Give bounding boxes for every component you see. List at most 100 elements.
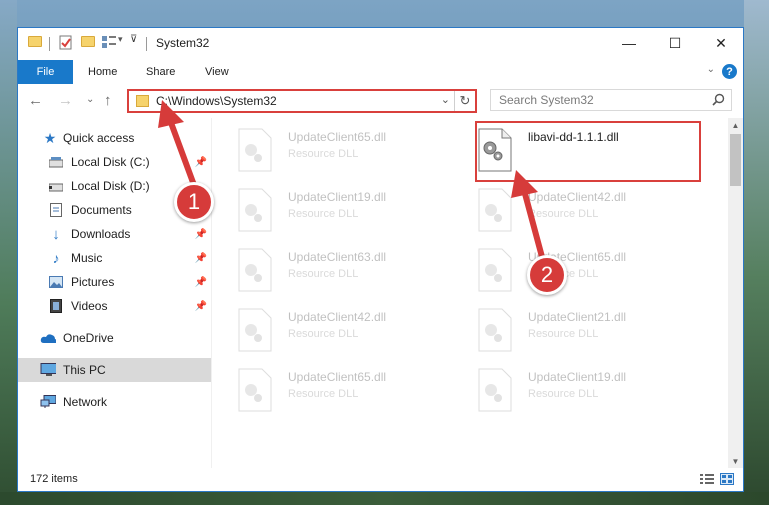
ribbon-tabs: File Home Share View ⌄ ? xyxy=(18,60,743,84)
dll-file-icon xyxy=(478,368,512,412)
sidebar-item-network[interactable]: Network xyxy=(18,390,211,414)
list-item[interactable]: UpdateClient65.dll Resource DLL xyxy=(224,364,449,420)
close-button[interactable]: ✕ xyxy=(698,28,743,58)
music-icon: ♪ xyxy=(52,250,60,266)
list-item[interactable]: UpdateClient65.dll Resource DLL xyxy=(224,124,449,180)
sidebar-item-downloads[interactable]: ↓ Downloads 📌 xyxy=(18,222,211,246)
step-1-badge: 1 xyxy=(174,182,214,222)
tab-view[interactable]: View xyxy=(205,60,229,84)
pin-icon: 📌 xyxy=(194,252,207,264)
file-type: Resource DLL xyxy=(288,268,359,280)
item-count: 172 items xyxy=(30,473,78,485)
maximize-button[interactable]: ☐ xyxy=(652,28,698,58)
desktop-background-bottom xyxy=(0,492,769,505)
file-type: Resource DLL xyxy=(528,208,599,220)
list-item[interactable]: UpdateClient65.dll Resource DLL xyxy=(464,244,689,300)
dll-file-icon xyxy=(478,188,512,232)
file-name: UpdateClient63.dll xyxy=(288,250,387,264)
sidebar-item-local-disk-c[interactable]: Local Disk (C:) 📌 xyxy=(18,150,211,174)
sidebar-item-this-pc[interactable]: This PC xyxy=(18,358,211,382)
large-icons-view-icon[interactable] xyxy=(720,473,734,485)
sidebar-item-label: This PC xyxy=(63,363,106,377)
search-placeholder[interactable]: Search System32 xyxy=(499,93,594,107)
sidebar-item-label: Downloads xyxy=(71,227,131,241)
sidebar-item-label: Documents xyxy=(71,203,132,217)
sidebar-item-label: Pictures xyxy=(71,275,115,289)
sidebar-item-label: Music xyxy=(71,251,103,265)
pin-icon: 📌 xyxy=(194,228,207,240)
list-item[interactable]: UpdateClient42.dll Resource DLL xyxy=(224,304,449,360)
videos-icon xyxy=(48,299,64,313)
address-bar[interactable]: C:\Windows\System32 ⌄ ↻ xyxy=(127,89,477,113)
scroll-thumb[interactable] xyxy=(730,134,741,186)
tab-file[interactable]: File xyxy=(18,60,73,84)
folder-icon xyxy=(28,36,42,47)
sidebar-item-music[interactable]: ♪ Music 📌 xyxy=(18,246,211,270)
window-title: System32 xyxy=(156,36,210,50)
minimize-button[interactable]: — xyxy=(606,28,652,58)
sidebar-item-label: Local Disk (D:) xyxy=(71,179,150,193)
forward-button[interactable]: → xyxy=(58,92,73,109)
details-view-icon[interactable] xyxy=(700,473,714,485)
file-type: Resource DLL xyxy=(288,328,359,340)
list-item[interactable]: UpdateClient63.dll Resource DLL xyxy=(224,244,449,300)
sidebar-item-onedrive[interactable]: OneDrive xyxy=(18,326,211,350)
dropdown-arrow-icon[interactable]: ▾ xyxy=(118,34,123,45)
sidebar-item-quick-access[interactable]: ★ Quick access xyxy=(18,126,211,150)
vertical-scrollbar[interactable]: ▲ ▼ xyxy=(728,118,743,468)
download-icon: ↓ xyxy=(52,225,60,243)
file-name: UpdateClient42.dll xyxy=(528,190,627,204)
tab-home[interactable]: Home xyxy=(88,60,117,84)
properties-icon[interactable] xyxy=(59,35,73,50)
pin-icon: 📌 xyxy=(194,156,207,168)
sidebar-item-pictures[interactable]: Pictures 📌 xyxy=(18,270,211,294)
scroll-up-arrow[interactable]: ▲ xyxy=(728,118,743,132)
customize-icon[interactable] xyxy=(102,36,116,48)
search-icon[interactable] xyxy=(712,93,725,106)
back-button[interactable]: ← xyxy=(28,92,43,109)
status-bar: 172 items xyxy=(18,468,743,491)
title-divider xyxy=(49,37,50,51)
expand-ribbon-icon[interactable]: ⌄ xyxy=(707,64,715,75)
refresh-button[interactable]: ↻ xyxy=(454,91,475,111)
file-name: UpdateClient65.dll xyxy=(288,130,387,144)
file-type: Resource DLL xyxy=(528,388,599,400)
address-path[interactable]: C:\Windows\System32 xyxy=(156,94,277,108)
file-type: Resource DLL xyxy=(288,208,359,220)
search-box[interactable]: Search System32 xyxy=(490,89,732,111)
list-item[interactable]: UpdateClient42.dll Resource DLL xyxy=(464,184,689,240)
file-highlight-box xyxy=(475,121,701,182)
file-type: Resource DLL xyxy=(288,388,359,400)
recent-locations-button[interactable]: ⌄ xyxy=(86,94,94,105)
scroll-down-arrow[interactable]: ▼ xyxy=(728,454,743,468)
network-icon xyxy=(40,395,56,409)
list-item[interactable]: UpdateClient21.dll Resource DLL xyxy=(464,304,689,360)
dll-file-icon xyxy=(238,308,272,352)
list-item[interactable]: UpdateClient19.dll Resource DLL xyxy=(464,364,689,420)
address-dropdown-icon[interactable]: ⌄ xyxy=(441,93,450,106)
navigation-pane: ★ Quick access Local Disk (C:) 📌 Local D… xyxy=(18,118,211,468)
up-button[interactable]: ↑ xyxy=(104,92,112,109)
cloud-icon xyxy=(40,331,56,345)
file-type: Resource DLL xyxy=(288,148,359,160)
file-type: Resource DLL xyxy=(528,328,599,340)
tab-share[interactable]: Share xyxy=(146,60,175,84)
drive-icon xyxy=(48,179,64,193)
star-icon: ★ xyxy=(43,129,57,146)
file-name: UpdateClient21.dll xyxy=(528,310,627,324)
documents-icon xyxy=(48,203,64,217)
dll-file-icon xyxy=(238,188,272,232)
dll-file-icon xyxy=(238,368,272,412)
new-folder-icon[interactable] xyxy=(81,36,95,47)
list-item[interactable]: UpdateClient19.dll Resource DLL xyxy=(224,184,449,240)
step-2-badge: 2 xyxy=(527,255,567,295)
customize-toolbar-icon[interactable]: ⊽ xyxy=(130,34,137,45)
dll-file-icon xyxy=(478,248,512,292)
explorer-window: ▾ ⊽ System32 — ☐ ✕ File Home Share View … xyxy=(17,27,744,492)
file-list: UpdateClient65.dll Resource DLL UpdateCl… xyxy=(218,118,728,468)
help-icon[interactable]: ? xyxy=(722,64,737,79)
dll-file-icon xyxy=(238,248,272,292)
pin-icon: 📌 xyxy=(194,276,207,288)
sidebar-item-videos[interactable]: Videos 📌 xyxy=(18,294,211,318)
title-bar: ▾ ⊽ System32 — ☐ ✕ xyxy=(18,28,743,60)
